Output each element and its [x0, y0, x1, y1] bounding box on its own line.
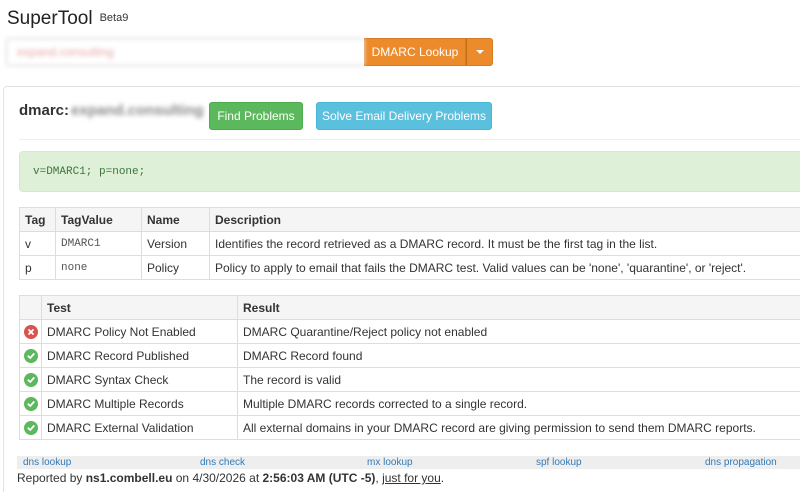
- check-circle-icon: [23, 396, 38, 411]
- domain-input[interactable]: [6, 38, 364, 66]
- reported-by: Reported by ns1.combell.eu on 4/30/2026 …: [17, 471, 445, 485]
- table-row: DMARC External Validation All external d…: [19, 415, 800, 440]
- link-dns-lookup[interactable]: dns lookup: [23, 457, 71, 468]
- test-name: DMARC Record Published: [41, 343, 238, 368]
- header-tagvalue: TagValue: [55, 207, 142, 232]
- caret-down-icon: [475, 50, 484, 54]
- description-cell: Identifies the record retrieved as a DMA…: [209, 231, 800, 256]
- test-table: Test Result DMARC Policy Not Enabled DMA…: [19, 295, 800, 440]
- header-test: Test: [41, 295, 238, 320]
- tag-cell: v: [19, 231, 56, 256]
- just-for-you-link[interactable]: just for you: [382, 471, 441, 485]
- check-circle-icon: [23, 348, 38, 363]
- header-result: Result: [237, 295, 800, 320]
- table-row: v DMARC1 Version Identifies the record r…: [19, 231, 800, 256]
- test-result: Multiple DMARC records corrected to a si…: [237, 391, 800, 416]
- test-result: The record is valid: [237, 367, 800, 392]
- tagvalue-cell: DMARC1: [55, 231, 142, 256]
- test-name: DMARC Multiple Records: [41, 391, 238, 416]
- test-name: DMARC Syntax Check: [41, 367, 238, 392]
- result-prefix: dmarc:: [19, 102, 70, 119]
- link-mx-lookup[interactable]: mx lookup: [367, 457, 413, 468]
- table-row: DMARC Policy Not Enabled DMARC Quarantin…: [19, 319, 800, 344]
- lookup-dropdown-button[interactable]: [466, 38, 493, 66]
- check-circle-icon: [23, 372, 38, 387]
- find-problems-button[interactable]: Find Problems: [209, 102, 303, 130]
- tag-table: Tag TagValue Name Description v DMARC1 V…: [19, 207, 800, 280]
- test-table-header: Test Result: [19, 295, 800, 320]
- table-row: DMARC Multiple Records Multiple DMARC re…: [19, 391, 800, 416]
- result-domain: expand.consulting: [71, 102, 204, 119]
- search-bar: DMARC Lookup: [6, 38, 493, 66]
- table-row: DMARC Record Published DMARC Record foun…: [19, 343, 800, 368]
- test-result: DMARC Quarantine/Reject policy not enabl…: [237, 319, 800, 344]
- footer-links: dns lookup dns check mx lookup spf looku…: [17, 456, 800, 469]
- tagvalue-cell: none: [55, 255, 142, 280]
- link-dns-check[interactable]: dns check: [200, 457, 245, 468]
- report-time: 2:56:03 AM (UTC -5): [262, 471, 376, 485]
- tag-cell: p: [19, 255, 56, 280]
- name-cell: Policy: [141, 255, 210, 280]
- test-result: DMARC Record found: [237, 343, 800, 368]
- tag-table-header: Tag TagValue Name Description: [19, 207, 800, 232]
- description-cell: Policy to apply to email that fails the …: [209, 255, 800, 280]
- result-panel: dmarc: expand.consulting Find Problems S…: [3, 86, 800, 492]
- table-row: DMARC Syntax Check The record is valid: [19, 367, 800, 392]
- link-spf-lookup[interactable]: spf lookup: [536, 457, 582, 468]
- test-name: DMARC Policy Not Enabled: [41, 319, 238, 344]
- name-cell: Version: [141, 231, 210, 256]
- header-description: Description: [209, 207, 800, 232]
- dmarc-lookup-button[interactable]: DMARC Lookup: [364, 38, 466, 66]
- test-name: DMARC External Validation: [41, 415, 238, 440]
- x-circle-icon: [23, 324, 38, 339]
- test-result: All external domains in your DMARC recor…: [237, 415, 800, 440]
- header-tag: Tag: [19, 207, 56, 232]
- divider: [19, 139, 800, 140]
- table-row: p none Policy Policy to apply to email t…: [19, 255, 800, 280]
- solve-delivery-button[interactable]: Solve Email Delivery Problems: [316, 102, 492, 130]
- beta-label: Beta9: [99, 12, 129, 24]
- check-circle-icon: [23, 420, 38, 435]
- brand: SuperTool Beta9: [7, 8, 128, 30]
- header-status: [19, 295, 42, 320]
- server-name: ns1.combell.eu: [85, 471, 173, 485]
- header-name: Name: [141, 207, 210, 232]
- result-heading: dmarc: expand.consulting: [19, 102, 204, 119]
- app-title: SuperTool: [7, 8, 93, 29]
- dmarc-record: v=DMARC1; p=none;: [19, 151, 800, 192]
- link-dns-propagation[interactable]: dns propagation: [705, 457, 777, 468]
